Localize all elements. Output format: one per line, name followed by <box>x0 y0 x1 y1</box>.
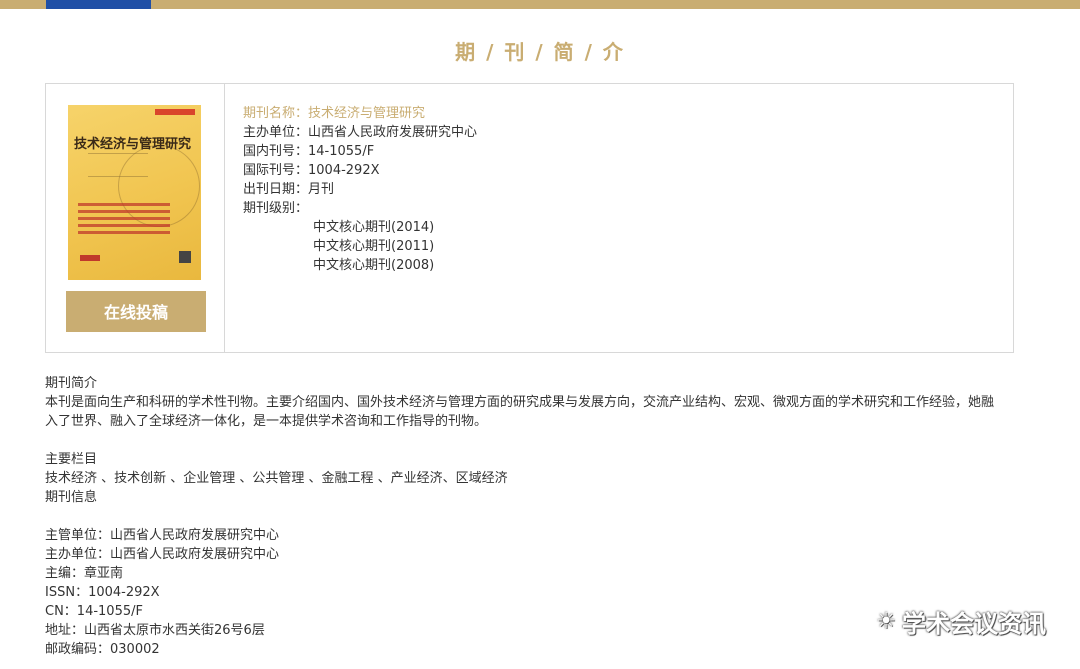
online-submit-button[interactable]: 在线投稿 <box>66 291 206 332</box>
intro-body: 本刊是面向生产和科研的学术性刊物。主要介绍国内、国外技术经济与管理方面的研究成果… <box>45 395 995 429</box>
wechat-icon: ☀ <box>876 609 896 634</box>
detail-line: 主管单位：山西省人民政府发展研究中心 <box>45 528 280 543</box>
columns-heading: 主要栏目 <box>45 452 98 467</box>
level-item: 中文核心期刊(2014) <box>313 220 435 235</box>
level-item: 中文核心期刊(2008) <box>313 258 435 273</box>
cover-title: 技术经济与管理研究 <box>74 137 192 152</box>
detail-line: 邮政编码：030002 <box>45 642 160 657</box>
detail-line: 主办单位：山西省人民政府发展研究中心 <box>45 547 280 562</box>
cover-logo <box>80 255 100 261</box>
detail-line: CN：14-1055/F <box>45 604 143 619</box>
journal-info: 期刊名称：技术经济与管理研究 主办单位：山西省人民政府发展研究中心 国内刊号：1… <box>243 104 477 275</box>
section-title: 期 / 刊 / 简 / 介 <box>455 40 625 64</box>
journal-card: 技术经济与管理研究 在线投稿 期刊名称：技术经济与管理研究 主办单位：山西省人民… <box>45 83 1014 353</box>
journal-name-row: 期刊名称：技术经济与管理研究 <box>243 104 477 123</box>
cover-qr-code <box>179 251 191 263</box>
detail-line: 地址：山西省太原市水西关街26号6层 <box>45 623 265 638</box>
columns-list: 技术经济 、技术创新 、企业管理 、公共管理 、金融工程 、产业经济、区域经济 <box>45 471 508 486</box>
cover-tag <box>155 109 195 115</box>
watermark-text: 学术会议资讯 <box>902 610 1046 638</box>
wechat-watermark: ☀ 学术会议资讯 <box>876 604 1046 639</box>
top-nav-active-indicator <box>46 0 151 9</box>
level-item: 中文核心期刊(2011) <box>313 239 435 254</box>
cn-row: 国内刊号：14-1055/F <box>243 144 375 159</box>
cover-text-lines <box>78 203 170 238</box>
detail-line: ISSN：1004-292X <box>45 585 160 600</box>
top-accent-bar <box>0 0 1080 9</box>
journal-cover-image: 技术经济与管理研究 <box>68 105 201 280</box>
cover-subtitle-graphic <box>88 153 148 177</box>
intro-heading: 期刊简介 <box>45 376 98 391</box>
journal-card-left: 技术经济与管理研究 在线投稿 <box>46 84 225 352</box>
issn-row: 国际刊号：1004-292X <box>243 163 380 178</box>
journal-name-label: 期刊名称： <box>243 106 309 121</box>
journal-name-value[interactable]: 技术经济与管理研究 <box>308 106 425 121</box>
journal-introduction: 期刊简介 本刊是面向生产和科研的学术性刊物。主要介绍国内、国外技术经济与管理方面… <box>45 374 1005 659</box>
level-label: 期刊级别： <box>243 201 309 216</box>
frequency-row: 出刊日期：月刊 <box>243 182 335 197</box>
sponsor-row: 主办单位：山西省人民政府发展研究中心 <box>243 125 478 140</box>
info-heading: 期刊信息 <box>45 490 98 505</box>
detail-line: 主编：章亚南 <box>45 566 124 581</box>
